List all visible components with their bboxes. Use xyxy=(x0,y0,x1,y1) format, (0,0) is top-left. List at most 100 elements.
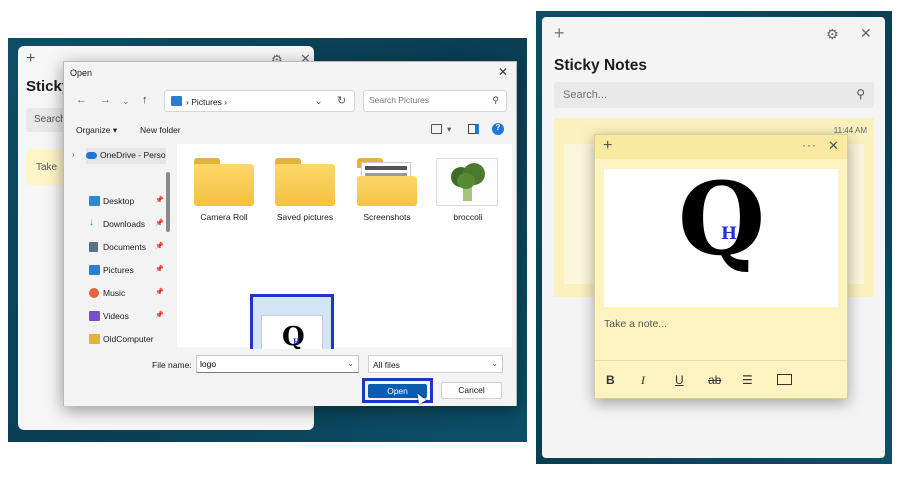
folder-icon xyxy=(275,158,335,206)
sidebar-item-downloads[interactable]: ↓ Downloads 📌 xyxy=(89,217,174,233)
chevron-down-icon: ⌄ xyxy=(491,359,498,368)
desktop-icon xyxy=(89,196,100,206)
plus-icon[interactable]: + xyxy=(603,137,612,155)
sidebar-item-label: OneDrive - Perso xyxy=(100,150,166,160)
close-icon[interactable]: ✕ xyxy=(498,65,508,79)
sidebar-item-label: Pictures xyxy=(103,265,134,275)
sidebar-item-oldcomputer[interactable]: OldComputer xyxy=(89,332,174,347)
view-options-icon[interactable] xyxy=(431,124,442,134)
address-bar[interactable]: › Pictures › ⌄ ↻ xyxy=(164,90,355,112)
pin-icon[interactable]: 📌 xyxy=(155,311,164,319)
file-name-field[interactable]: ⌄ xyxy=(196,355,359,373)
sidebar-item-label: Music xyxy=(103,288,126,298)
file-name: Camera Roll xyxy=(200,212,248,222)
right-screenshot-panel: + ⚙ ✕ Sticky Notes ⚲ 11:44 AM + ··· ✕ Q … xyxy=(536,11,892,464)
note-editor-header: + ··· ✕ xyxy=(595,135,847,159)
search-input[interactable] xyxy=(369,95,484,105)
sidebar-item-label: OldComputer xyxy=(103,334,154,344)
sidebar-item-videos[interactable]: Videos 📌 xyxy=(89,309,174,325)
underline-button[interactable]: U xyxy=(675,373,684,387)
help-icon[interactable]: ? xyxy=(492,123,504,135)
command-bar: Organize ▾ New folder ▾ ? xyxy=(64,120,516,142)
pictures-icon xyxy=(171,96,182,106)
app-title: Sticky Notes xyxy=(554,57,648,74)
plus-icon[interactable]: + xyxy=(554,23,565,44)
sticky-notes-window: + ⚙ ✕ Sticky Notes ⚲ 11:44 AM + ··· ✕ Q … xyxy=(542,17,885,458)
plus-icon[interactable]: + xyxy=(26,50,35,68)
search-pictures-field[interactable]: ⚲ xyxy=(363,90,507,112)
pin-icon[interactable]: 📌 xyxy=(155,265,164,273)
video-icon xyxy=(89,311,100,321)
file-item-saved-pictures[interactable]: Saved pictures xyxy=(265,152,345,222)
download-icon: ↓ xyxy=(89,217,94,228)
chevron-down-icon[interactable]: ⌄ xyxy=(315,96,323,107)
sidebar-item-pictures[interactable]: Pictures 📌 xyxy=(89,263,174,279)
breadcrumb[interactable]: › Pictures › xyxy=(186,97,227,107)
refresh-icon[interactable]: ↻ xyxy=(337,94,346,107)
left-screenshot-panel: + ⚙ ✕ Sticky Search Take Open ✕ ← → ⌄ ↑ … xyxy=(8,38,527,442)
sidebar-item-documents[interactable]: Documents 📌 xyxy=(89,240,174,256)
organize-menu[interactable]: Organize ▾ xyxy=(76,125,117,136)
search-icon[interactable]: ⚲ xyxy=(856,87,865,101)
recent-chevron-icon[interactable]: ⌄ xyxy=(122,96,130,107)
file-name: Screenshots xyxy=(363,212,411,222)
file-name-label: File name: xyxy=(152,360,192,370)
file-list: Camera Roll Saved pictures Screenshots b… xyxy=(177,144,512,384)
file-name-input[interactable] xyxy=(200,359,340,369)
logo-small-letter: H xyxy=(721,224,738,244)
search-icon: ⚲ xyxy=(492,95,499,105)
pin-icon[interactable]: 📌 xyxy=(155,196,164,204)
new-folder-button[interactable]: New folder xyxy=(140,125,181,135)
sidebar-item-label: Documents xyxy=(103,242,146,252)
pin-icon[interactable]: 📌 xyxy=(155,288,164,296)
dialog-footer: File name: ⌄ All files ⌄ Open Cancel xyxy=(64,349,516,406)
notes-search-field[interactable]: ⚲ xyxy=(554,82,874,108)
cloud-icon xyxy=(86,152,97,159)
pictures-icon xyxy=(89,265,100,275)
cancel-button[interactable]: Cancel xyxy=(441,382,502,399)
more-options-icon[interactable]: ··· xyxy=(802,138,817,152)
sidebar-item-onedrive[interactable]: OneDrive - Perso xyxy=(86,148,166,164)
view-dropdown-icon[interactable]: ▾ xyxy=(447,124,451,135)
note-text-placeholder[interactable]: Take a note... xyxy=(604,318,667,330)
file-type-select[interactable]: All files ⌄ xyxy=(368,355,503,373)
bold-button[interactable]: B xyxy=(606,373,615,387)
folder-icon xyxy=(194,158,254,206)
inserted-logo-image[interactable]: Q H xyxy=(604,169,838,307)
chevron-down-icon[interactable]: ⌄ xyxy=(347,359,354,368)
expand-chevron-icon[interactable]: › xyxy=(72,150,75,159)
logo-letter: Q xyxy=(678,160,766,278)
navigation-sidebar: › OneDrive - Perso Desktop 📌 ↓ Downloads… xyxy=(64,144,174,347)
sidebar-item-label: Downloads xyxy=(103,219,146,229)
file-name: broccoli xyxy=(453,212,483,222)
sidebar-scrollbar[interactable] xyxy=(166,172,170,232)
navigation-bar: ← → ⌄ ↑ › Pictures › ⌄ ↻ ⚲ xyxy=(64,88,516,114)
pin-icon[interactable]: 📌 xyxy=(155,242,164,250)
close-icon[interactable]: ✕ xyxy=(828,138,839,154)
forward-arrow-icon[interactable]: → xyxy=(100,94,111,106)
file-item-screenshots[interactable]: Screenshots xyxy=(347,152,427,222)
insert-image-icon[interactable] xyxy=(777,374,792,385)
preview-pane-icon[interactable] xyxy=(468,124,479,134)
bullet-list-icon[interactable]: ☰ xyxy=(742,373,753,387)
italic-button[interactable]: I xyxy=(641,373,645,388)
up-arrow-icon[interactable]: ↑ xyxy=(142,94,148,106)
dialog-titlebar: Open ✕ xyxy=(64,62,516,84)
gear-icon[interactable]: ⚙ xyxy=(826,26,839,43)
sidebar-item-label: Videos xyxy=(103,311,129,321)
file-item-camera-roll[interactable]: Camera Roll xyxy=(184,152,264,222)
pin-icon[interactable]: 📌 xyxy=(155,219,164,227)
back-arrow-icon[interactable]: ← xyxy=(76,94,87,106)
dialog-title: Open xyxy=(70,68,93,78)
file-item-broccoli[interactable]: broccoli xyxy=(428,152,508,222)
folder-icon xyxy=(89,334,100,344)
open-file-dialog: Open ✕ ← → ⌄ ↑ › Pictures › ⌄ ↻ ⚲ Organi… xyxy=(63,61,517,406)
search-input[interactable] xyxy=(563,89,833,101)
sidebar-item-music[interactable]: Music 📌 xyxy=(89,286,174,302)
sidebar-item-desktop[interactable]: Desktop 📌 xyxy=(89,194,174,210)
file-name: Saved pictures xyxy=(276,212,334,222)
strikethrough-button[interactable]: ab xyxy=(708,373,721,387)
close-icon[interactable]: ✕ xyxy=(860,25,872,42)
sidebar-item-label: Desktop xyxy=(103,196,135,206)
folder-icon xyxy=(357,158,417,206)
